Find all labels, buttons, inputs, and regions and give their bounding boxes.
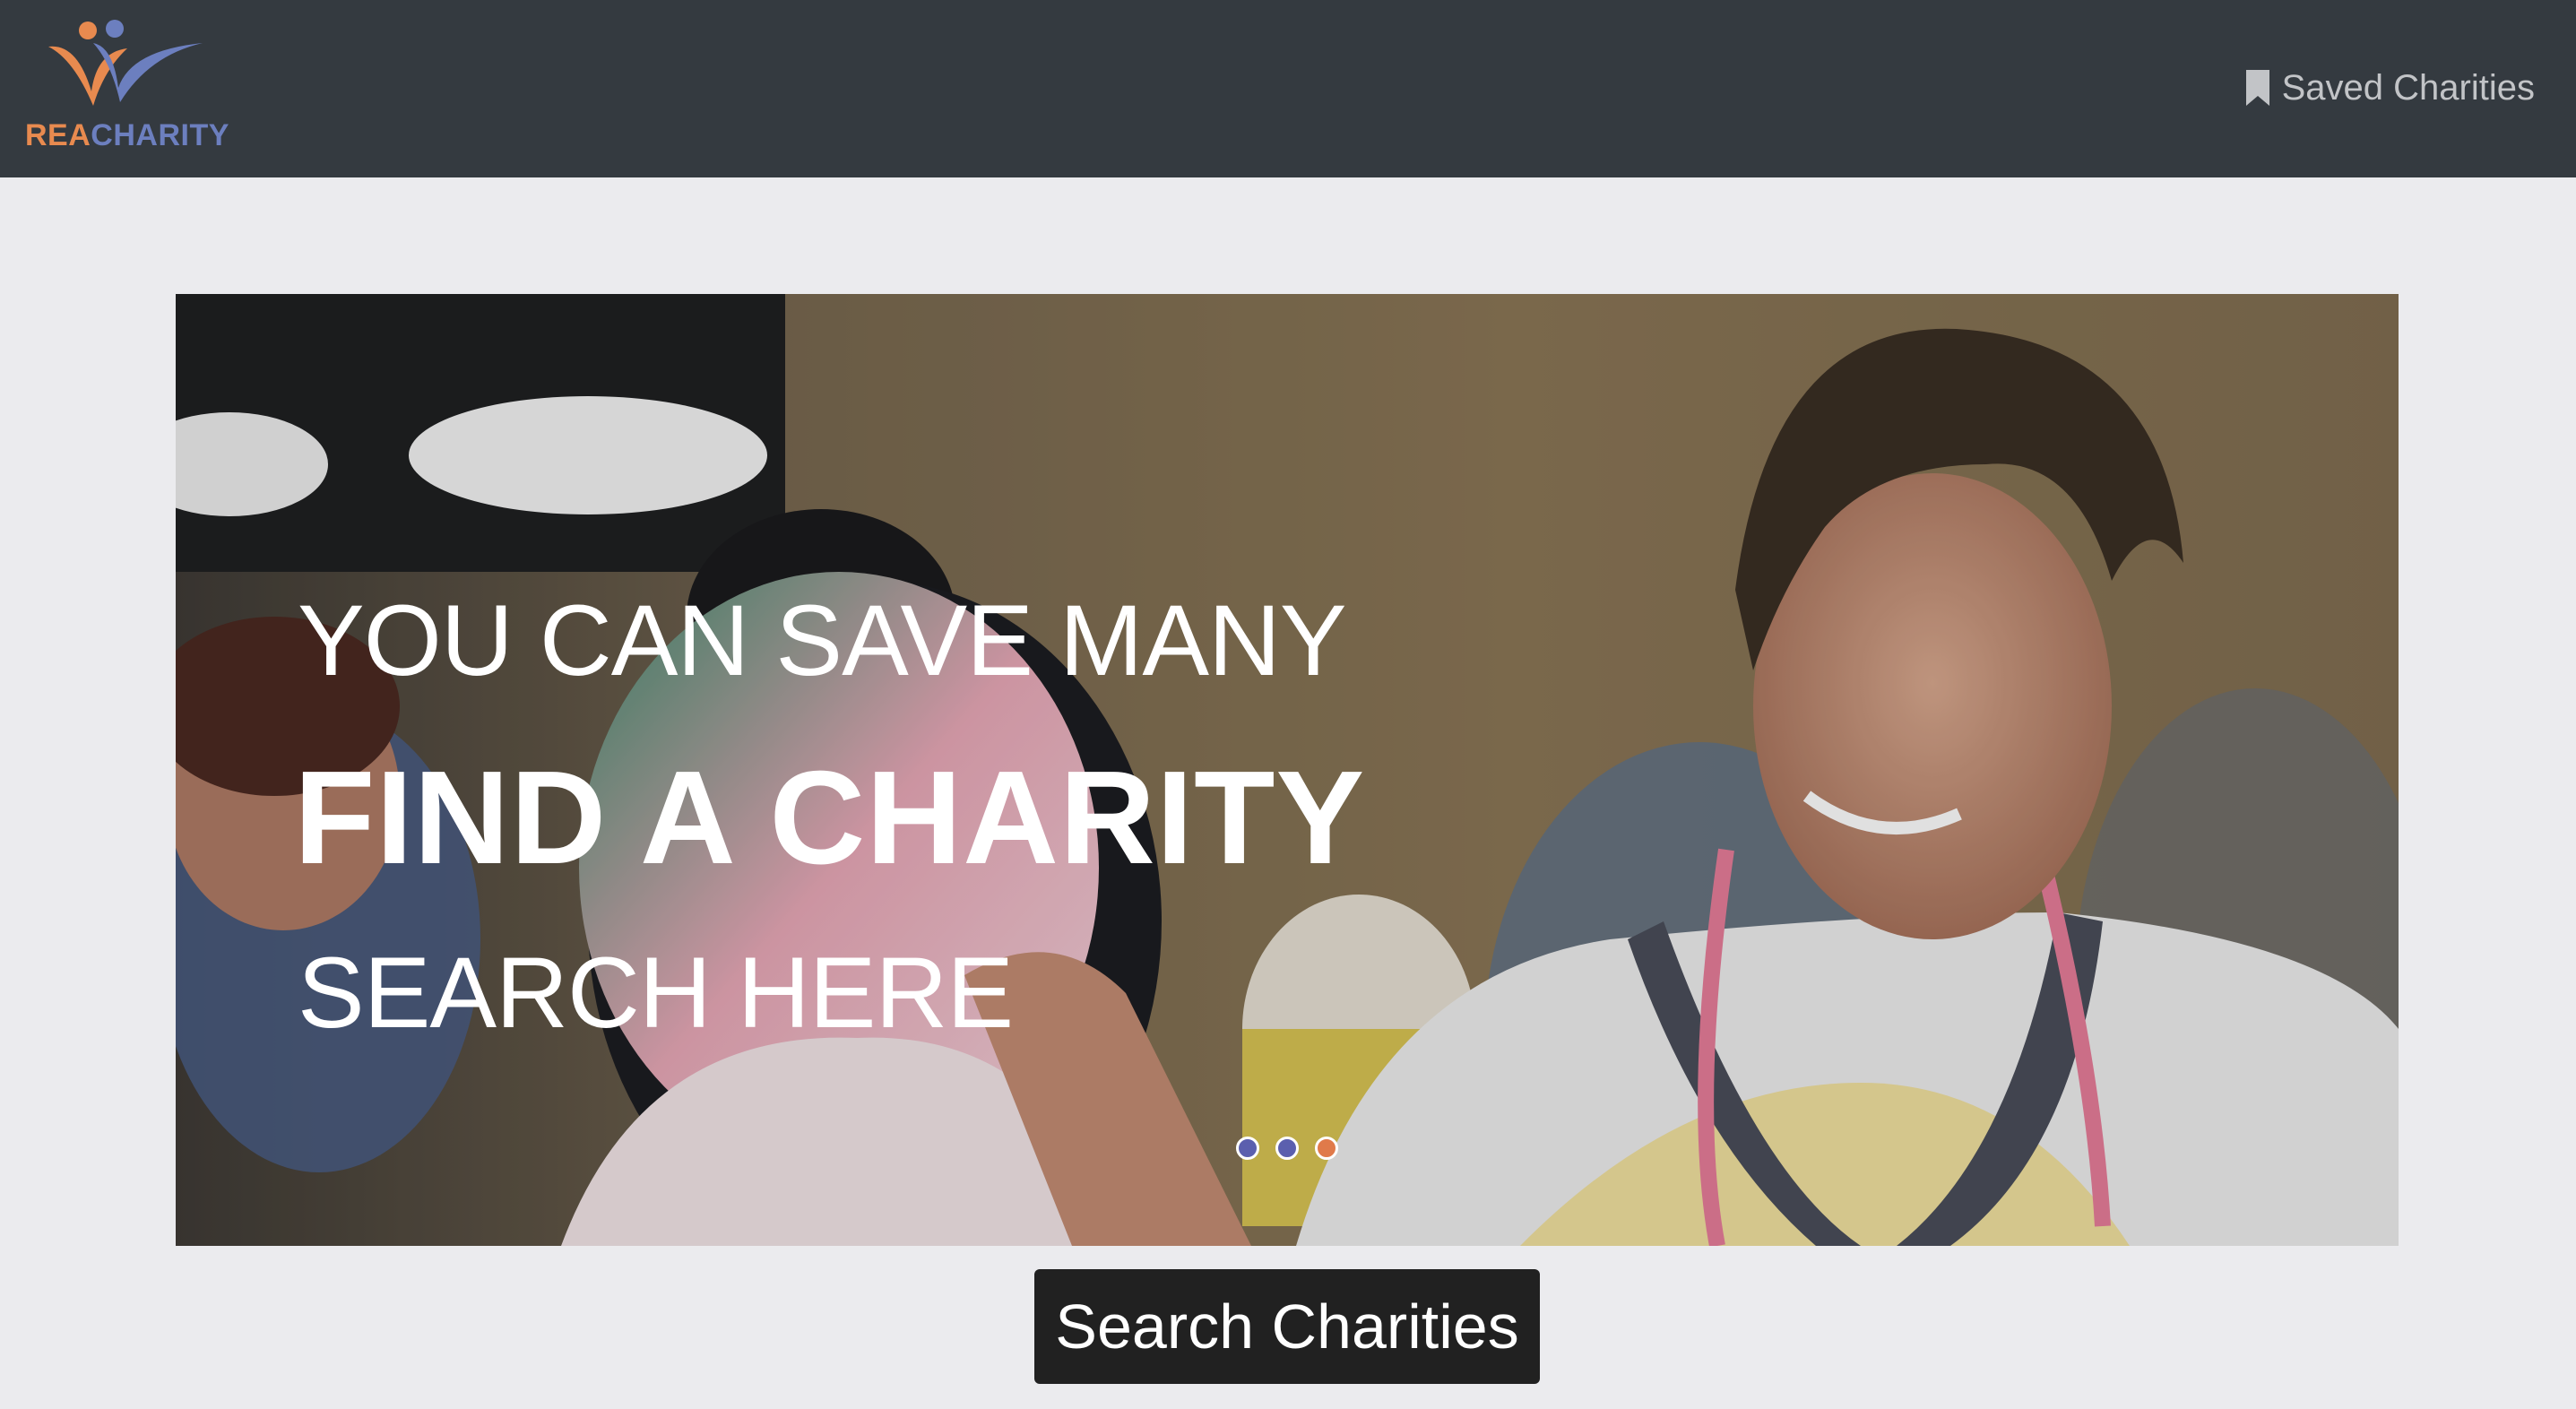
hero-tagline: YOU CAN SAVE MANY xyxy=(298,584,1347,696)
hero-headline: FIND A CHARITY xyxy=(294,744,1366,892)
bookmark-icon xyxy=(2245,70,2269,106)
saved-charities-label: Saved Charities xyxy=(2281,67,2535,108)
carousel-indicators xyxy=(1236,1137,1338,1160)
carousel-indicator-1[interactable] xyxy=(1236,1137,1259,1160)
reacharity-logo[interactable]: REACHARITY xyxy=(23,16,229,160)
hero-subline: SEARCH HERE xyxy=(298,937,1014,1049)
logo-figures-icon xyxy=(48,20,203,106)
hero-carousel: YOU CAN SAVE MANY FIND A CHARITY SEARCH … xyxy=(176,294,2399,1246)
carousel-indicator-2[interactable] xyxy=(1275,1137,1299,1160)
logo-text-charity: CHARITY xyxy=(91,118,229,152)
navbar: REACHARITY Saved Charities xyxy=(0,0,2576,177)
carousel-indicator-3[interactable] xyxy=(1315,1137,1338,1160)
search-charities-button[interactable]: Search Charities xyxy=(1034,1269,1540,1384)
logo-wordmark: REACHARITY xyxy=(25,118,229,153)
logo-text-rea: REA xyxy=(25,118,91,152)
saved-charities-link[interactable]: Saved Charities xyxy=(2244,65,2535,111)
